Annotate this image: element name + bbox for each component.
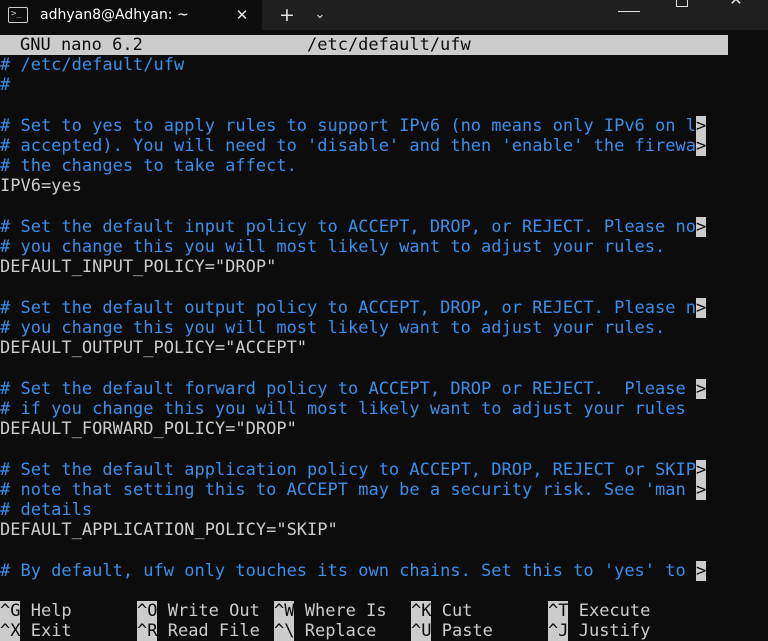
close-tab-icon[interactable]: ✕ (232, 5, 252, 25)
config-line: DEFAULT_APPLICATION_POLICY="SKIP" (0, 520, 338, 540)
line-text: # note that setting this to ACCEPT may b… (0, 480, 696, 500)
line-continuation-marker: > (695, 480, 707, 500)
minimize-icon[interactable] (618, 0, 640, 12)
nano-header-bar: GNU nano 6.2 /etc/default/ufw (0, 35, 728, 55)
terminal-tab[interactable]: >_ adhyan8@Adhyan: ~ ✕ (0, 0, 262, 30)
line-text: DEFAULT_OUTPUT_POLICY="ACCEPT" (0, 338, 308, 358)
comment-line: # you change this you will most likely w… (0, 237, 665, 257)
config-line: DEFAULT_OUTPUT_POLICY="ACCEPT" (0, 338, 307, 358)
line-text: DEFAULT_APPLICATION_POLICY="SKIP" (0, 520, 338, 540)
shortcut-paste[interactable]: ^U Paste (411, 621, 493, 641)
shortcut-key: ^K (411, 601, 432, 621)
shortcut-key: ^U (411, 621, 432, 641)
line-text: # Set to yes to apply rules to support I… (0, 116, 696, 136)
shortcut-where-is[interactable]: ^W Where Is (274, 601, 387, 621)
shortcut-label: Execute (568, 601, 651, 621)
config-line: DEFAULT_FORWARD_POLICY="DROP" (0, 419, 297, 439)
config-line: DEFAULT_INPUT_POLICY="DROP" (0, 257, 276, 277)
line-text: # Set the default application policy to … (0, 460, 696, 480)
shortcut-cut[interactable]: ^K Cut (411, 601, 472, 621)
line-text: # you change this you will most likely w… (0, 237, 666, 257)
line-text: # if you change this you will most likel… (0, 399, 686, 419)
shortcut-justify[interactable]: ^J Justify (548, 621, 650, 641)
line-text: # accepted). You will need to 'disable' … (0, 136, 696, 156)
shortcut-label: Replace (294, 621, 377, 641)
comment-line: # Set the default application policy to … (0, 460, 707, 480)
title-bar: >_ adhyan8@Adhyan: ~ ✕ + ⌄ ✕ (0, 0, 768, 30)
shortcut-key: ^\ (274, 621, 295, 641)
maximize-icon[interactable] (676, 0, 688, 7)
shortcut-label: Paste (431, 621, 493, 641)
comment-line: # if you change this you will most likel… (0, 399, 686, 419)
line-text: IPV6=yes (0, 176, 82, 196)
shortcut-key: ^T (548, 601, 569, 621)
shortcut-label: Write Out (157, 601, 260, 621)
comment-line: # note that setting this to ACCEPT may b… (0, 480, 707, 500)
comment-line: # details (0, 500, 92, 520)
new-tab-button[interactable]: + (276, 4, 298, 26)
line-text: # (0, 75, 11, 95)
close-window-icon[interactable]: ✕ (726, 0, 746, 10)
line-text: # you change this you will most likely w… (0, 318, 666, 338)
nano-version: GNU nano 6.2 (20, 35, 143, 55)
shortcut-write-out[interactable]: ^O Write Out (137, 601, 260, 621)
line-continuation-marker: > (695, 561, 707, 581)
comment-line: # you change this you will most likely w… (0, 318, 665, 338)
shortcut-label: Exit (20, 621, 72, 641)
shortcut-label: Justify (568, 621, 651, 641)
line-text: # the changes to take affect. (0, 156, 297, 176)
shortcut-key: ^G (0, 601, 21, 621)
shortcut-read-file[interactable]: ^R Read File (137, 621, 260, 641)
terminal-area[interactable]: GNU nano 6.2 /etc/default/ufw # /etc/def… (0, 33, 768, 641)
config-line: IPV6=yes (0, 176, 82, 196)
line-continuation-marker: > (695, 116, 707, 136)
line-text: # Set the default output policy to ACCEP… (0, 298, 696, 318)
comment-line: # Set the default forward policy to ACCE… (0, 379, 707, 399)
line-continuation-marker: > (695, 460, 707, 480)
shortcut-label: Read File (157, 621, 260, 641)
shortcut-label: Help (20, 601, 72, 621)
comment-line: # Set to yes to apply rules to support I… (0, 116, 707, 136)
shortcut-help[interactable]: ^G Help (0, 601, 72, 621)
terminal-icon-glyph: >_ (11, 9, 22, 19)
terminal-icon: >_ (8, 7, 28, 23)
line-text: DEFAULT_INPUT_POLICY="DROP" (0, 257, 277, 277)
comment-line: # accepted). You will need to 'disable' … (0, 136, 707, 156)
nano-filename: /etc/default/ufw (307, 35, 471, 55)
comment-line: # (0, 75, 10, 95)
comment-line: # /etc/default/ufw (0, 55, 184, 75)
chevron-down-icon[interactable]: ⌄ (309, 5, 331, 25)
shortcut-key: ^O (137, 601, 158, 621)
comment-line: # the changes to take affect. (0, 156, 297, 176)
shortcut-exit[interactable]: ^X Exit (0, 621, 72, 641)
shortcut-label: Cut (431, 601, 473, 621)
shortcut-execute[interactable]: ^T Execute (548, 601, 650, 621)
line-text: # By default, ufw only touches its own c… (0, 561, 696, 581)
shortcut-label: Where Is (294, 601, 387, 621)
line-continuation-marker: > (695, 379, 707, 399)
tab-title: adhyan8@Adhyan: ~ (40, 7, 189, 23)
shortcut-key: ^W (274, 601, 295, 621)
comment-line: # By default, ufw only touches its own c… (0, 561, 707, 581)
shortcut-key: ^X (0, 621, 21, 641)
line-text: # /etc/default/ufw (0, 55, 185, 75)
shortcut-key: ^R (137, 621, 158, 641)
shortcut-replace[interactable]: ^\ Replace (274, 621, 376, 641)
line-continuation-marker: > (695, 217, 707, 237)
line-text: # Set the default input policy to ACCEPT… (0, 217, 696, 237)
comment-line: # Set the default output policy to ACCEP… (0, 298, 707, 318)
line-text: DEFAULT_FORWARD_POLICY="DROP" (0, 419, 297, 439)
line-text: # Set the default forward policy to ACCE… (0, 379, 696, 399)
line-text: # details (0, 500, 93, 520)
comment-line: # Set the default input policy to ACCEPT… (0, 217, 707, 237)
line-continuation-marker: > (695, 298, 707, 318)
shortcut-key: ^J (548, 621, 569, 641)
line-continuation-marker: > (695, 136, 707, 156)
